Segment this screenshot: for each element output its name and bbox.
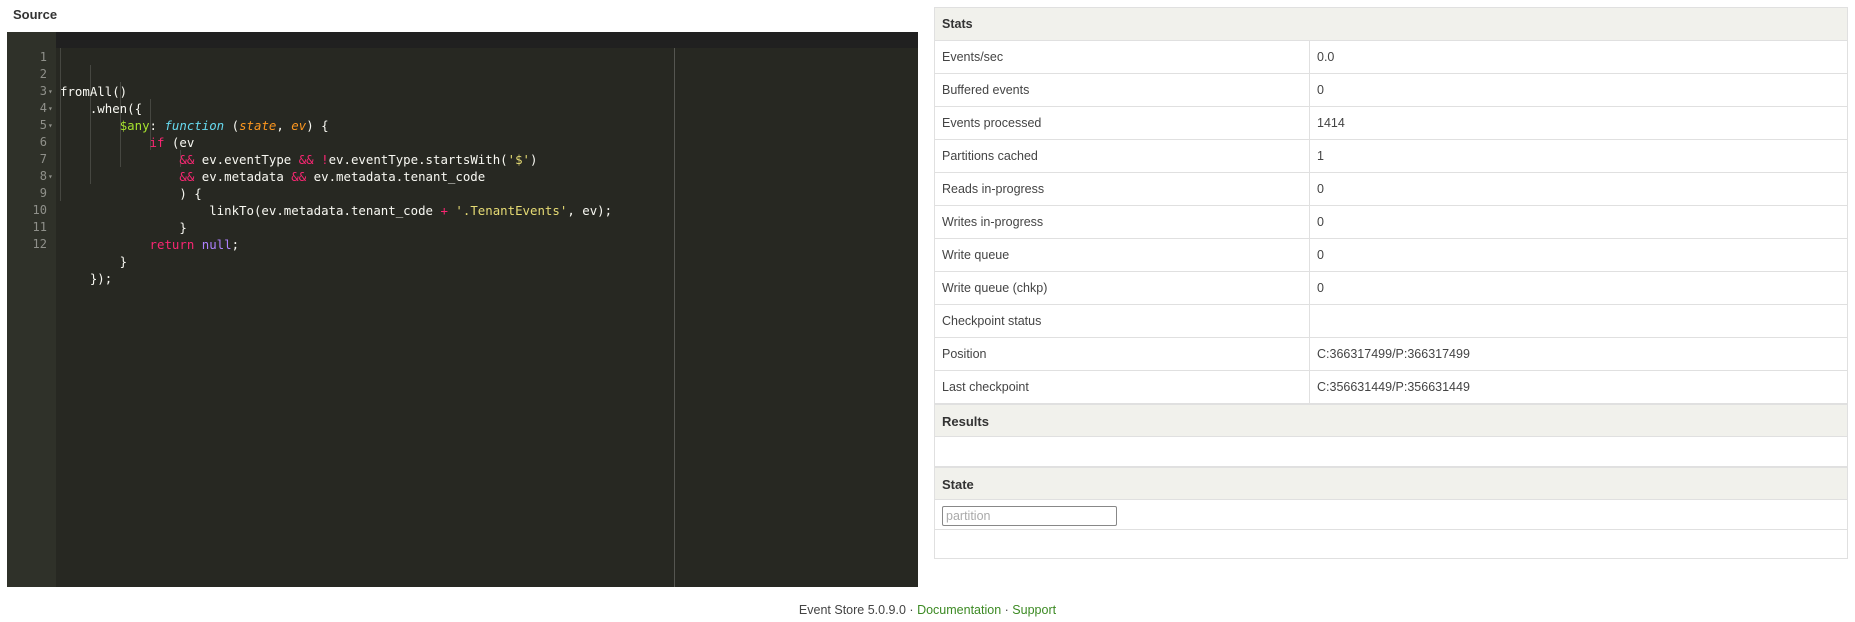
table-row: Checkpoint status: [934, 304, 1848, 338]
partition-input[interactable]: [942, 506, 1117, 526]
table-row: Partitions cached 1: [934, 139, 1848, 173]
table-row: Write queue 0: [934, 238, 1848, 272]
stat-label: Position: [934, 337, 1310, 371]
table-row: Last checkpoint C:356631449/P:356631449: [934, 370, 1848, 404]
stat-label: Events/sec: [934, 40, 1310, 74]
stat-value: 0: [1309, 172, 1848, 206]
stat-value: 1: [1309, 139, 1848, 173]
stats-header: Stats: [934, 7, 1848, 41]
code-line: 1 fromAll(): [7, 32, 918, 99]
code-line: 10 return null;: [7, 185, 918, 252]
stat-label: Partitions cached: [934, 139, 1310, 173]
code-line: 9 }: [7, 168, 918, 235]
code-token: return: [149, 237, 195, 252]
stat-label: Writes in-progress: [934, 205, 1310, 239]
stat-label: Checkpoint status: [934, 304, 1310, 338]
stat-value: [1309, 304, 1848, 338]
code-line: 3 ▾ $any: function (state, ev) {: [7, 66, 918, 133]
support-link[interactable]: Support: [1012, 603, 1056, 617]
table-row: Write queue (chkp) 0: [934, 271, 1848, 305]
stat-label: Write queue: [934, 238, 1310, 272]
stat-value: C:356631449/P:356631449: [1309, 370, 1848, 404]
stat-label: Reads in-progress: [934, 172, 1310, 206]
stat-value: 0: [1309, 205, 1848, 239]
version-text: Event Store 5.0.9.0: [798, 603, 906, 617]
stat-value: 0: [1309, 73, 1848, 107]
source-title: Source: [13, 7, 58, 22]
stat-value: 1414: [1309, 106, 1848, 140]
state-section: State: [934, 467, 1848, 559]
table-row: Buffered events 0: [934, 73, 1848, 107]
footer-separator: ·: [1004, 603, 1009, 617]
stats-table: Stats Events/sec 0.0 Buffered events 0 Eve…: [934, 7, 1848, 404]
documentation-link[interactable]: Documentation: [917, 603, 1001, 617]
state-body: [935, 500, 1847, 530]
projection-details-panel: Stats Events/sec 0.0 Buffered events 0 Eve…: [934, 7, 1848, 559]
table-row: Writes in-progress 0: [934, 205, 1848, 239]
code-line: 2 ▾ .when({: [7, 49, 918, 116]
stat-label: Buffered events: [934, 73, 1310, 107]
line-number: 12: [32, 237, 47, 251]
results-body: [935, 437, 1847, 466]
code-token: ;: [231, 237, 240, 252]
code-line: 11 }: [7, 202, 918, 269]
stat-value: 0.0: [1309, 40, 1848, 74]
code-token: }: [60, 254, 128, 269]
table-row: Position C:366317499/P:366317499: [934, 337, 1848, 371]
table-row: Events/sec 0.0: [934, 40, 1848, 74]
footer-separator: ·: [909, 603, 914, 617]
code-line: 4 ▾ if (ev: [7, 83, 918, 150]
stat-value: 0: [1309, 238, 1848, 272]
stats-header-row: Stats: [934, 7, 1848, 41]
code-line: 8 linkTo(ev.metadata.tenant_code + '.Ten…: [7, 151, 918, 218]
code-editor[interactable]: 1 fromAll() 2 ▾ .when({ 3 ▾ $any: functi…: [7, 32, 918, 587]
code-line: 6 && ev.metadata && ev.metadata.tenant_c…: [7, 117, 918, 184]
stat-label: Write queue (chkp): [934, 271, 1310, 305]
code-line: 12 });: [7, 219, 918, 286]
footer: Event Store 5.0.9.0 · Documentation · Su…: [0, 603, 1855, 617]
stat-value: 0: [1309, 271, 1848, 305]
state-output: [935, 530, 1847, 558]
code-line: 7 ▾ ) {: [7, 134, 918, 201]
stat-label: Last checkpoint: [934, 370, 1310, 404]
code-token: });: [60, 271, 113, 286]
table-row: Events processed 1414: [934, 106, 1848, 140]
code-token: null: [201, 237, 232, 252]
stat-label: Events processed: [934, 106, 1310, 140]
code-line: 5 && ev.eventType && !ev.eventType.start…: [7, 100, 918, 167]
state-header: State: [935, 467, 1847, 500]
table-row: Reads in-progress 0: [934, 172, 1848, 206]
results-section: Results: [934, 404, 1848, 467]
stat-value: C:366317499/P:366317499: [1309, 337, 1848, 371]
results-header: Results: [935, 404, 1847, 437]
